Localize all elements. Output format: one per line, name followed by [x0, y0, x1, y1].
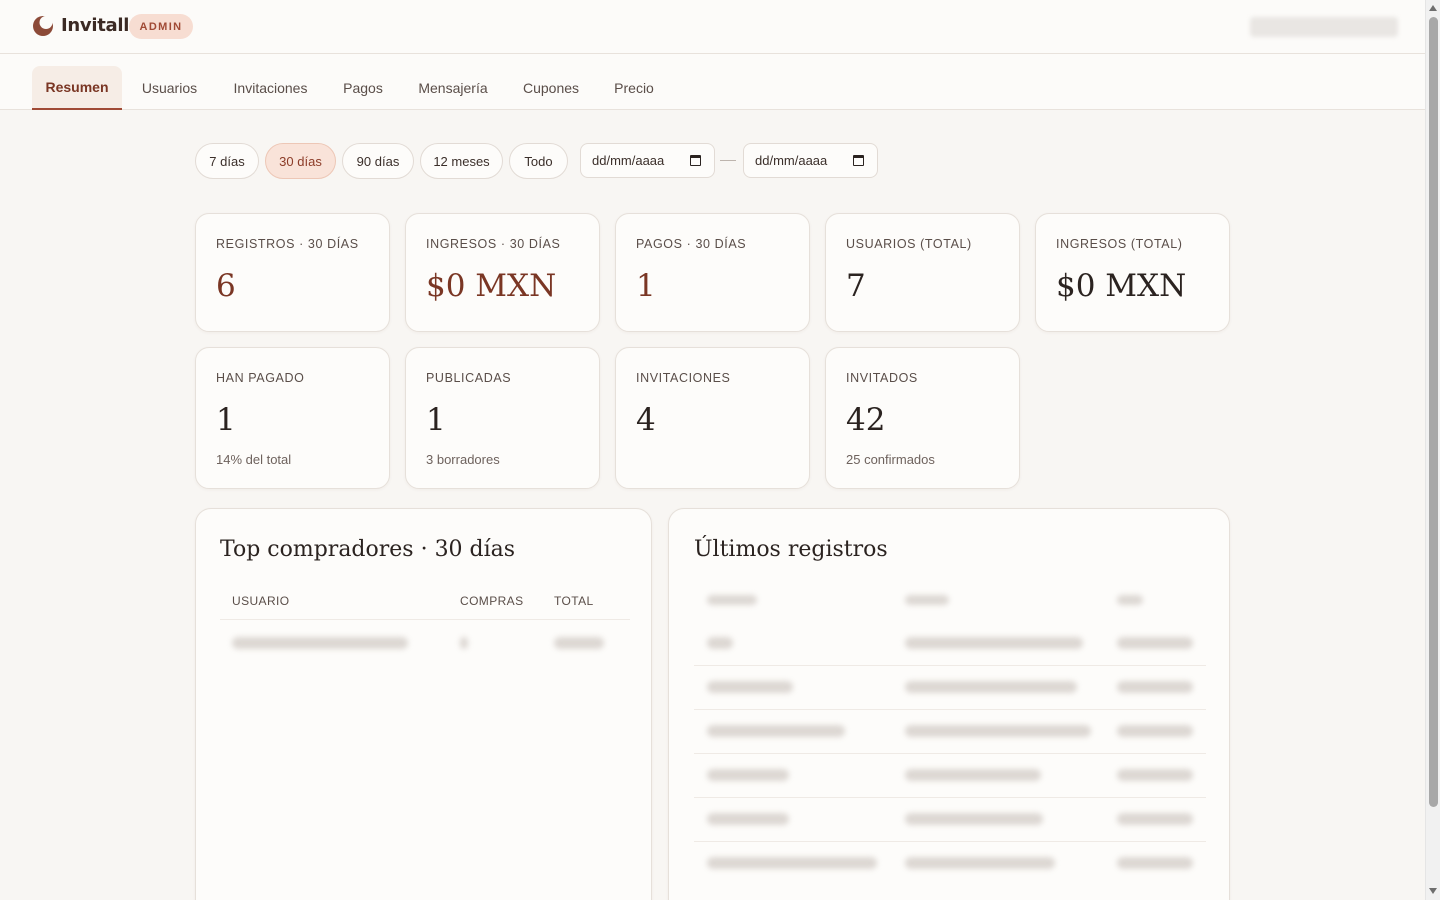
- redacted-cell: [707, 769, 789, 781]
- range-30-days-button[interactable]: 30 días: [265, 143, 336, 179]
- redacted-cell: [707, 813, 789, 825]
- calendar-icon[interactable]: [853, 155, 864, 166]
- redacted-cell: [232, 637, 408, 649]
- redacted-cell: [460, 637, 468, 649]
- user-menu[interactable]: [1250, 17, 1398, 37]
- stat-card-invitados: Invitados 42 25 confirmados: [825, 347, 1020, 489]
- stat-label: Registros · 30 días: [216, 237, 359, 251]
- stat-label: Usuarios (total): [846, 237, 972, 251]
- scroll-up-arrow-icon[interactable]: [1429, 5, 1437, 11]
- redacted-cell: [905, 681, 1077, 693]
- redacted-cell: [707, 725, 845, 737]
- stat-card-pagos: Pagos · 30 días 1: [615, 213, 810, 332]
- redacted-cell: [1117, 681, 1193, 693]
- stat-label: Han pagado: [216, 371, 305, 385]
- stat-card-publicadas: Publicadas 1 3 borradores: [405, 347, 600, 489]
- stat-label: Ingresos (total): [1056, 237, 1183, 251]
- tab-resumen[interactable]: Resumen: [32, 66, 122, 110]
- redacted-cell: [905, 857, 1055, 869]
- stat-subtext: 3 borradores: [426, 452, 500, 467]
- redacted-cell: [1117, 857, 1193, 869]
- stat-card-invitaciones: Invitaciones 4: [615, 347, 810, 489]
- redacted-column-header: [905, 595, 949, 605]
- redacted-cell: [707, 857, 877, 869]
- stat-card-ingresos-periodo: Ingresos · 30 días $0 MXN: [405, 213, 600, 332]
- row-divider: [220, 619, 630, 620]
- stat-card-han-pagado: Han pagado 1 14% del total: [195, 347, 390, 489]
- panel-title: Últimos registros: [694, 537, 888, 562]
- app-name: Invitall: [61, 15, 130, 36]
- row-divider: [694, 709, 1206, 710]
- date-to-placeholder: dd/mm/aaaa: [755, 153, 828, 168]
- stat-value: 1: [636, 268, 656, 304]
- redacted-column-header: [1117, 595, 1143, 605]
- calendar-icon[interactable]: [690, 155, 701, 166]
- redacted-cell: [707, 637, 733, 649]
- stat-label: Invitaciones: [636, 371, 731, 385]
- stat-label: Pagos · 30 días: [636, 237, 747, 251]
- tab-pagos[interactable]: Pagos: [333, 66, 393, 110]
- range-all-button[interactable]: Todo: [509, 143, 568, 179]
- logo-icon: [33, 16, 53, 36]
- stat-value: 4: [636, 402, 656, 438]
- redacted-cell: [905, 725, 1091, 737]
- row-divider: [694, 841, 1206, 842]
- stat-value: $0 MXN: [1056, 268, 1187, 304]
- range-90-days-button[interactable]: 90 días: [342, 143, 414, 179]
- main-tabs: Resumen Usuarios Invitaciones Pagos Mens…: [0, 54, 1425, 110]
- stat-value: $0 MXN: [426, 268, 557, 304]
- page-scrollbar[interactable]: [1425, 0, 1440, 900]
- top-bar: Invitall ADMIN: [0, 0, 1425, 54]
- panel-title: Top compradores · 30 días: [220, 537, 516, 562]
- latest-registrations-panel: Últimos registros: [668, 508, 1230, 900]
- stat-value: 1: [216, 402, 236, 438]
- row-divider: [694, 797, 1206, 798]
- stat-value: 6: [216, 268, 236, 304]
- stat-subtext: 14% del total: [216, 452, 292, 467]
- column-header-total[interactable]: Total: [554, 594, 594, 608]
- stat-card-registros: Registros · 30 días 6: [195, 213, 390, 332]
- stat-label: Publicadas: [426, 371, 512, 385]
- stat-card-usuarios-total: Usuarios (total) 7: [825, 213, 1020, 332]
- date-from-input[interactable]: dd/mm/aaaa: [580, 143, 715, 178]
- scroll-thumb[interactable]: [1429, 17, 1438, 807]
- redacted-column-header: [707, 595, 757, 605]
- stat-value: 1: [426, 402, 446, 438]
- date-from-placeholder: dd/mm/aaaa: [592, 153, 665, 168]
- date-to-input[interactable]: dd/mm/aaaa: [743, 143, 878, 178]
- range-7-days-button[interactable]: 7 días: [195, 143, 259, 179]
- tab-precio[interactable]: Precio: [603, 66, 665, 110]
- column-header-usuario[interactable]: Usuario: [232, 594, 289, 608]
- tab-usuarios[interactable]: Usuarios: [131, 66, 208, 110]
- tab-cupones[interactable]: Cupones: [513, 66, 589, 110]
- redacted-cell: [1117, 637, 1193, 649]
- redacted-cell: [1117, 769, 1193, 781]
- row-divider: [694, 665, 1206, 666]
- tab-mensajeria[interactable]: Mensajería: [407, 66, 499, 110]
- tab-invitaciones[interactable]: Invitaciones: [222, 66, 319, 110]
- redacted-cell: [1117, 725, 1193, 737]
- column-header-compras[interactable]: Compras: [460, 594, 523, 608]
- redacted-cell: [707, 681, 793, 693]
- admin-badge: ADMIN: [129, 14, 193, 39]
- redacted-cell: [905, 637, 1083, 649]
- row-divider: [694, 753, 1206, 754]
- stat-subtext: 25 confirmados: [846, 452, 935, 467]
- stat-label: Invitados: [846, 371, 918, 385]
- range-12-months-button[interactable]: 12 meses: [420, 143, 503, 179]
- scroll-down-arrow-icon[interactable]: [1429, 888, 1437, 894]
- redacted-cell: [554, 637, 604, 649]
- stat-value: 7: [846, 268, 866, 304]
- top-buyers-panel: Top compradores · 30 días Usuario Compra…: [195, 508, 652, 900]
- redacted-cell: [1117, 813, 1193, 825]
- stat-card-ingresos-total: Ingresos (total) $0 MXN: [1035, 213, 1230, 332]
- stat-value: 42: [846, 402, 886, 438]
- redacted-cell: [905, 813, 1043, 825]
- date-range-separator: [720, 160, 736, 161]
- redacted-cell: [905, 769, 1041, 781]
- stat-label: Ingresos · 30 días: [426, 237, 561, 251]
